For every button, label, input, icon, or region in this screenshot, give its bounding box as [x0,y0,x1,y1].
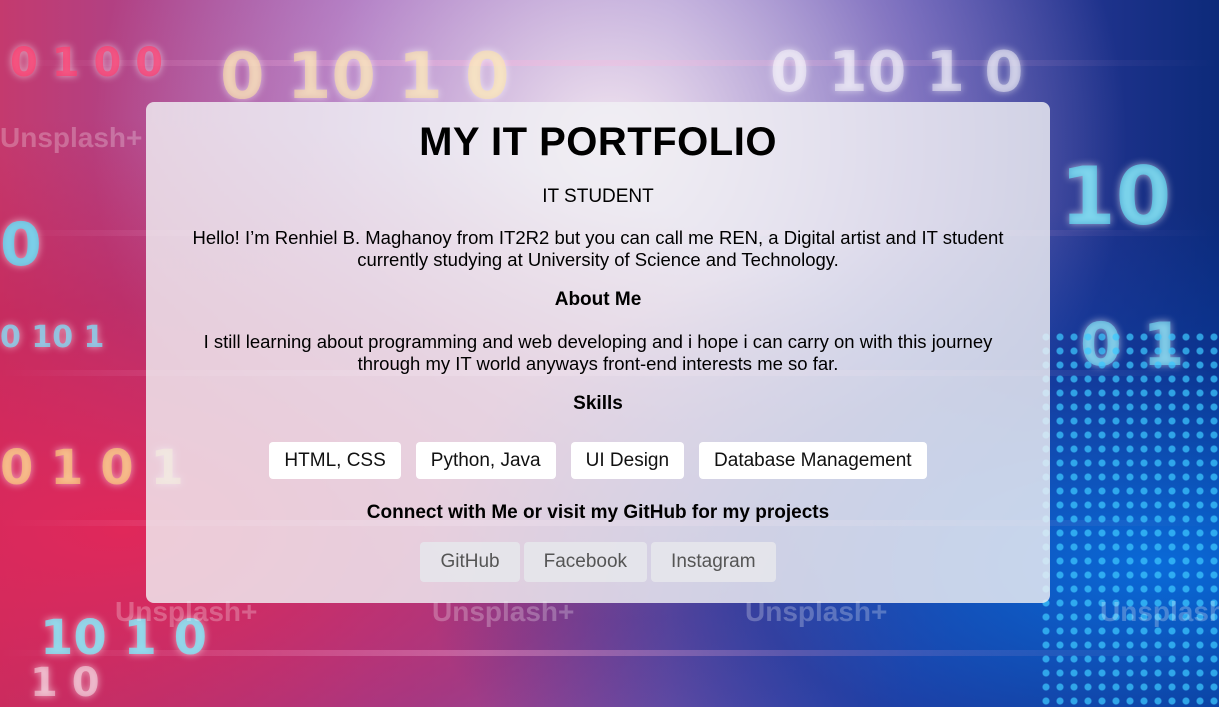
skill-chip-python-java: Python, Java [415,442,556,479]
connect-heading: Connect with Me or visit my GitHub for m… [366,502,830,523]
bg-binary-digits: 10 [1060,150,1172,243]
bg-dot-grid [1039,330,1219,707]
bg-stripe [0,60,1219,66]
bg-binary-digits: 1 0 [30,660,100,706]
about-heading: About Me [554,289,642,310]
page-subtitle: IT STUDENT [542,186,654,207]
bg-binary-digits: 0 10 1 0 [770,40,1024,105]
intro-paragraph: Hello! I’m Renhiel B. Maghanoy from IT2R… [192,227,1004,270]
skills-heading: Skills [573,393,623,414]
bg-binary-digits: 0 [0,210,42,280]
social-links: GitHub Facebook Instagram [146,542,1050,582]
watermark-text: Unsplash+ [1100,596,1219,627]
github-link[interactable]: GitHub [420,542,520,582]
page-title: MY IT PORTFOLIO [419,120,777,164]
watermark-text: Unsplash+ [0,122,143,153]
skill-chip-html-css: HTML, CSS [269,442,401,479]
skill-chip-ui-design: UI Design [570,442,685,479]
skill-chip-database-management: Database Management [699,442,927,479]
bg-binary-digits: 0 1 0 0 [10,40,164,86]
portfolio-card: MY IT PORTFOLIO IT STUDENT Hello! I’m Re… [146,102,1050,603]
about-paragraph: I still learning about programming and w… [203,331,993,374]
instagram-link[interactable]: Instagram [651,542,776,582]
bg-binary-digits: 0 10 1 [0,320,105,355]
skills-list: HTML, CSS Python, Java UI Design Databas… [146,442,1050,479]
facebook-link[interactable]: Facebook [523,542,648,582]
